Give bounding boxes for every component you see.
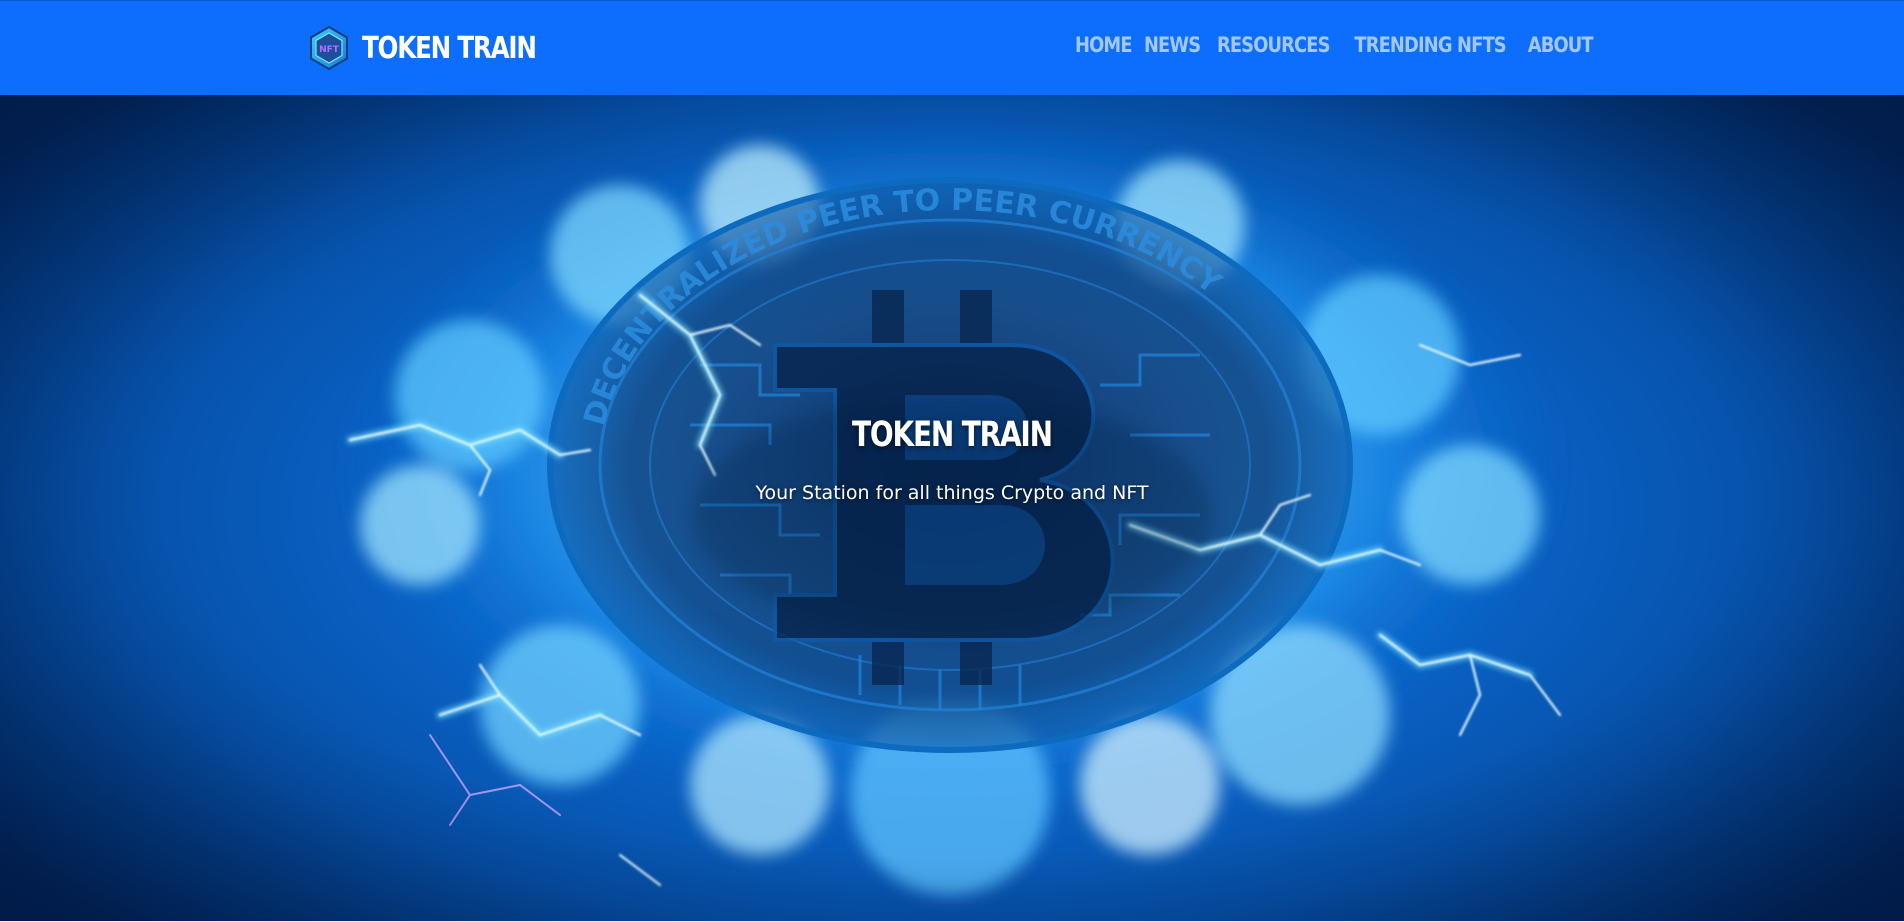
nav-link-about[interactable]: ABOUT <box>1527 33 1593 57</box>
nav-link-resources[interactable]: RESOURCES <box>1217 33 1331 57</box>
brand-logo-text: NFT <box>319 45 340 55</box>
nav-link-news[interactable]: NEWS <box>1143 33 1200 57</box>
hero-title: TOKEN TRAIN <box>0 415 1904 455</box>
hero-section: DECENTRALIZED PEER TO PEER CURRENCY TOKE… <box>0 95 1904 922</box>
hero-title-text: TOKEN TRAIN <box>852 415 1053 455</box>
nav-menu: HOME NEWS RESOURCES TRENDING NFTS ABOUT <box>1075 33 1593 57</box>
brand-link[interactable]: NFT TOKEN TRAIN <box>306 25 574 71</box>
brand-name: TOKEN TRAIN <box>362 30 537 66</box>
hero-background-image: DECENTRALIZED PEER TO PEER CURRENCY <box>332 130 1572 895</box>
navbar: NFT TOKEN TRAIN HOME NEWS RESOURCES TREN… <box>0 0 1904 95</box>
nft-hexagon-icon: NFT <box>310 25 348 71</box>
hero-subtitle: Your Station for all things Crypto and N… <box>755 482 1149 504</box>
nav-link-trending-nfts[interactable]: TRENDING NFTS <box>1355 33 1507 57</box>
nav-link-home[interactable]: HOME <box>1075 33 1133 57</box>
